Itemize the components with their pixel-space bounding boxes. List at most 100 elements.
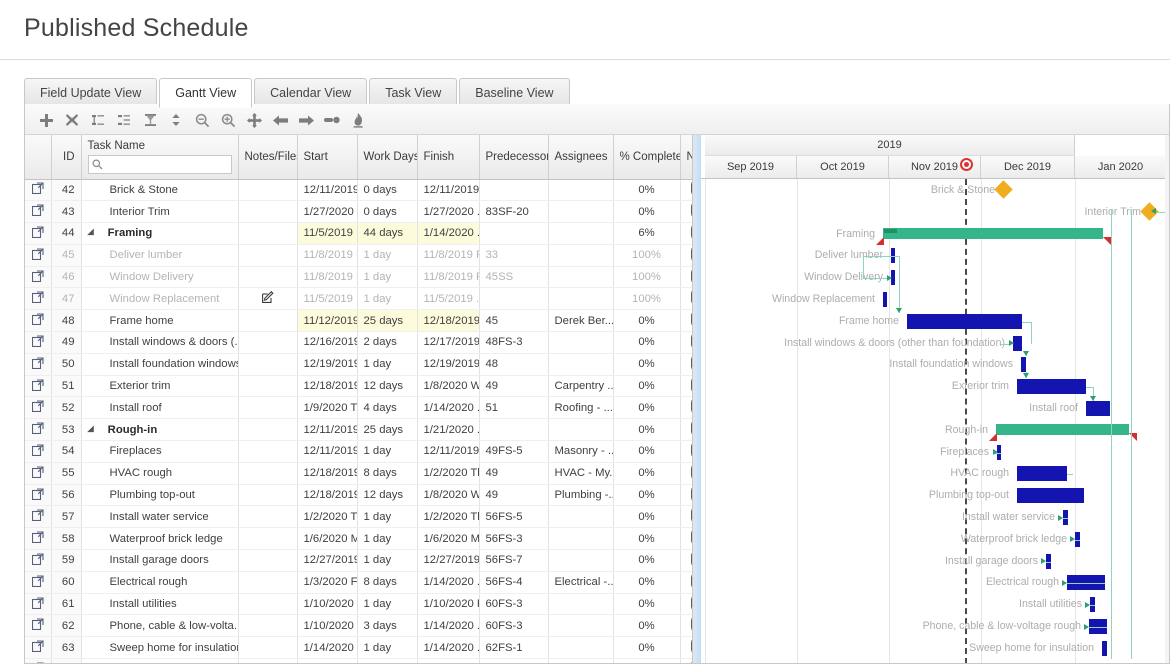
- table-row[interactable]: 55HVAC rough12/18/2019...8 days1/2/2020 …: [25, 462, 693, 484]
- pane-splitter[interactable]: [693, 135, 701, 664]
- row-notification-icon[interactable]: [680, 419, 693, 441]
- table-row[interactable]: 58Waterproof brick ledge1/6/2020 M...1 d…: [25, 528, 693, 550]
- gantt-pane[interactable]: 2019Sep 2019Oct 2019Nov 2019Dec 2019Jan …: [701, 135, 1169, 664]
- row-predecessors[interactable]: [479, 223, 548, 245]
- table-row[interactable]: 47Window Replacement11/5/2019 ...1 day11…: [25, 288, 693, 310]
- open-task-icon[interactable]: [25, 615, 51, 637]
- row-notification-icon[interactable]: [680, 441, 693, 463]
- row-predecessors[interactable]: 49FS-5: [479, 441, 548, 463]
- row-work-days[interactable]: 0 days: [357, 179, 417, 201]
- open-task-icon[interactable]: [25, 266, 51, 288]
- col-header-work-days[interactable]: Work Days: [357, 135, 417, 179]
- shift-right-icon[interactable]: [293, 104, 319, 135]
- open-task-icon[interactable]: [25, 462, 51, 484]
- row-work-days[interactable]: 1 day: [357, 593, 417, 615]
- row-work-days[interactable]: 1 day: [357, 506, 417, 528]
- row-pct-complete[interactable]: 0%: [613, 353, 680, 375]
- gantt-milestone[interactable]: [994, 180, 1012, 198]
- row-assignees[interactable]: [548, 528, 613, 550]
- row-notes[interactable]: [238, 484, 297, 506]
- row-pct-complete[interactable]: 0%: [613, 550, 680, 572]
- tab-calendar-view[interactable]: Calendar View: [254, 78, 367, 107]
- open-task-icon[interactable]: [25, 637, 51, 659]
- row-assignees[interactable]: [548, 419, 613, 441]
- col-header-notes[interactable]: Notes/Files: [238, 135, 297, 179]
- row-work-days[interactable]: 44 days: [357, 223, 417, 245]
- table-row[interactable]: 42Brick & Stone12/11/2019...0 days12/11/…: [25, 179, 693, 201]
- row-task-name[interactable]: Window Delivery: [81, 266, 238, 288]
- row-notification-icon[interactable]: [680, 201, 693, 223]
- row-assignees[interactable]: [548, 266, 613, 288]
- task-table-pane[interactable]: ID Task Name Notes/Files Start Work Days…: [25, 135, 693, 664]
- row-task-name[interactable]: Electrical rough: [81, 571, 238, 593]
- row-work-days[interactable]: 0 days: [357, 201, 417, 223]
- row-predecessors[interactable]: 62FS-1: [479, 637, 548, 659]
- table-row[interactable]: 59Install garage doors12/27/2019...1 day…: [25, 550, 693, 572]
- row-notes[interactable]: [238, 571, 297, 593]
- sort-icon[interactable]: [163, 104, 189, 135]
- row-start[interactable]: 1/2/2020 Thu: [297, 506, 357, 528]
- open-task-icon[interactable]: [25, 397, 51, 419]
- row-assignees[interactable]: HVAC - My...: [548, 462, 613, 484]
- row-predecessors[interactable]: 45SS: [479, 266, 548, 288]
- row-task-name[interactable]: Install utilities: [81, 593, 238, 615]
- row-predecessors[interactable]: 56FS-3: [479, 528, 548, 550]
- open-task-icon[interactable]: [25, 244, 51, 266]
- table-row[interactable]: 52Install roof1/9/2020 Thu4 days1/14/202…: [25, 397, 693, 419]
- row-notes[interactable]: [238, 332, 297, 354]
- row-finish[interactable]: 1/14/2020 ...: [417, 659, 479, 664]
- row-work-days[interactable]: 1 day: [357, 441, 417, 463]
- table-row[interactable]: 44◢Framing11/5/2019 ...44 days1/14/2020 …: [25, 223, 693, 245]
- open-task-icon[interactable]: [25, 528, 51, 550]
- row-predecessors[interactable]: 56FS-4: [479, 571, 548, 593]
- row-notes[interactable]: [238, 550, 297, 572]
- row-predecessors[interactable]: 63FS-1: [479, 659, 548, 664]
- row-task-name[interactable]: Install roof: [81, 397, 238, 419]
- row-start[interactable]: 11/8/2019 Fri: [297, 244, 357, 266]
- table-row[interactable]: 49Install windows & doors (...12/16/2019…: [25, 332, 693, 354]
- row-pct-complete[interactable]: 100%: [613, 266, 680, 288]
- row-predecessors[interactable]: 60FS-3: [479, 615, 548, 637]
- row-finish[interactable]: 1/8/2020 W...: [417, 484, 479, 506]
- row-notification-icon[interactable]: [680, 332, 693, 354]
- row-assignees[interactable]: [548, 288, 613, 310]
- tab-field-update-view[interactable]: Field Update View: [24, 78, 157, 107]
- row-predecessors[interactable]: 45: [479, 310, 548, 332]
- open-task-icon[interactable]: [25, 223, 51, 245]
- table-row[interactable]: 54Fireplaces12/11/2019...1 day12/11/2019…: [25, 441, 693, 463]
- row-notes[interactable]: [238, 288, 297, 310]
- row-notes[interactable]: [238, 462, 297, 484]
- row-finish[interactable]: 12/11/2019...: [417, 179, 479, 201]
- row-work-days[interactable]: 8 days: [357, 462, 417, 484]
- row-start[interactable]: 1/10/2020 Fri: [297, 593, 357, 615]
- row-task-name[interactable]: Frame home: [81, 310, 238, 332]
- filter-icon[interactable]: [137, 104, 163, 135]
- open-task-icon[interactable]: [25, 571, 51, 593]
- row-start[interactable]: 12/11/2019...: [297, 441, 357, 463]
- row-assignees[interactable]: Masonry - ...: [548, 441, 613, 463]
- row-task-name[interactable]: ◢Framing: [81, 223, 238, 245]
- gantt-task-bar[interactable]: [883, 292, 887, 307]
- row-assignees[interactable]: [548, 353, 613, 375]
- row-notes[interactable]: [238, 441, 297, 463]
- row-notification-icon[interactable]: [680, 593, 693, 615]
- table-row[interactable]: 63Sweep home for insulation1/14/2020 ...…: [25, 637, 693, 659]
- row-work-days[interactable]: 1 day: [357, 528, 417, 550]
- open-task-icon[interactable]: [25, 550, 51, 572]
- row-notes[interactable]: [238, 506, 297, 528]
- row-start[interactable]: 12/19/2019...: [297, 353, 357, 375]
- shift-left-icon[interactable]: [267, 104, 293, 135]
- row-task-name[interactable]: Brick & Stone: [81, 179, 238, 201]
- row-work-days[interactable]: 25 days: [357, 310, 417, 332]
- open-task-icon[interactable]: [25, 310, 51, 332]
- today-marker-pin[interactable]: [960, 158, 973, 171]
- gantt-task-bar[interactable]: [1086, 401, 1110, 416]
- row-pct-complete[interactable]: 0%: [613, 637, 680, 659]
- row-start[interactable]: 1/14/2020 ...: [297, 659, 357, 664]
- row-pct-complete[interactable]: 0%: [613, 441, 680, 463]
- tab-task-view[interactable]: Task View: [369, 78, 457, 107]
- row-finish[interactable]: 1/6/2020 M...: [417, 528, 479, 550]
- row-notes[interactable]: [238, 310, 297, 332]
- row-pct-complete[interactable]: 0%: [613, 571, 680, 593]
- row-predecessors[interactable]: 51: [479, 397, 548, 419]
